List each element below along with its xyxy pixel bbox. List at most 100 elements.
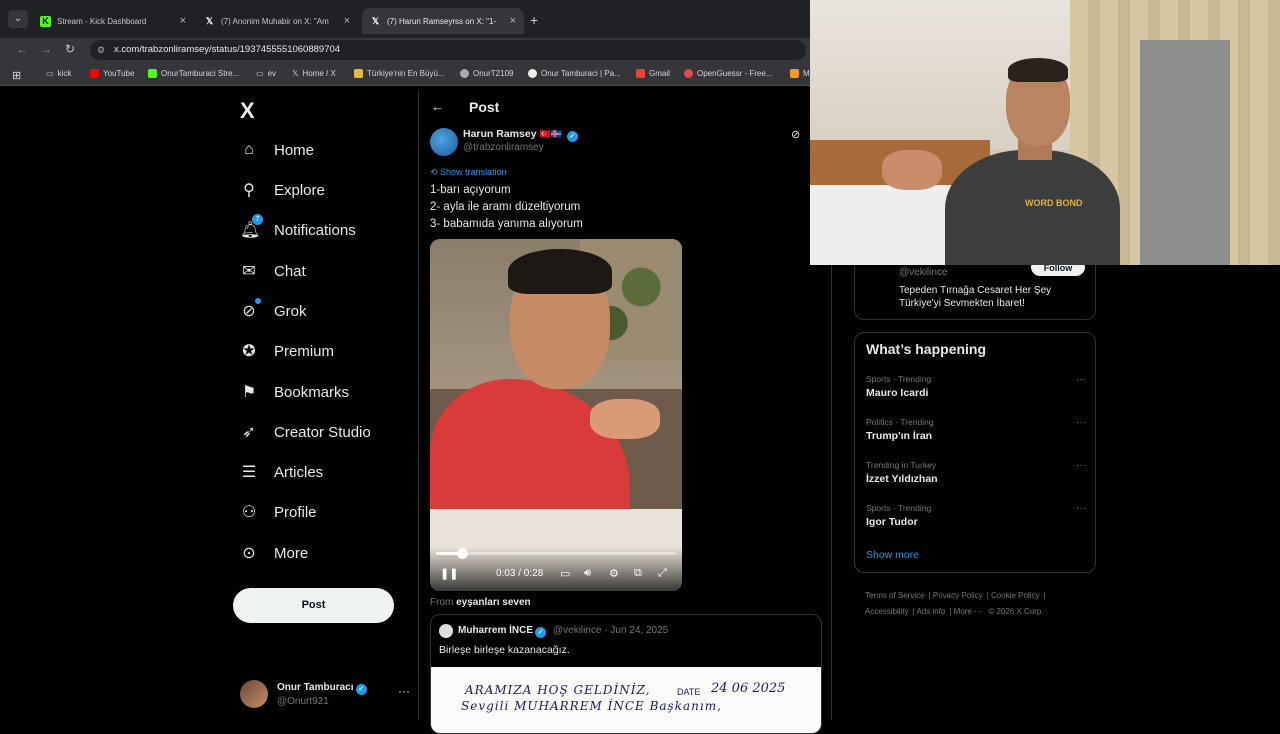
person-icon: ⚇ (241, 504, 257, 521)
trend-item[interactable]: Sports · Trending Mauro Icardi ··· (866, 374, 1086, 399)
author-avatar[interactable] (430, 128, 458, 156)
grok-icon[interactable]: ⊘ (791, 128, 800, 141)
reload-icon[interactable]: ↻ (65, 42, 75, 56)
bookmark-item[interactable]: ▭ ev (256, 69, 276, 78)
nav-chat[interactable]: ✉ Chat (240, 258, 305, 284)
post-text: 1-barı açıyorum 2- ayla ile aramı düzelt… (430, 182, 583, 233)
browser-tab[interactable]: 𝕏 (7) Anonim Muhabir on X: "Am × (196, 8, 358, 34)
nav-home[interactable]: ⌂ Home (240, 137, 314, 163)
trend-item[interactable]: Trending in Turkey İzzet Yıldızhan ··· (866, 460, 1086, 485)
volume-icon[interactable]: 🔊︎ (584, 567, 591, 580)
tab-title: (7) Harun Ramseyrss on X: "1- (387, 16, 497, 26)
notification-badge: 7 (252, 214, 263, 225)
quote-meta: @vekilince · Jun 24, 2025 (553, 625, 669, 636)
trend-item[interactable]: Politics · Trending Trump'ın İran ··· (866, 417, 1086, 442)
url-text: x.com/trabzonliramsey/status/19374555510… (114, 44, 341, 55)
pause-icon[interactable]: ❚❚ (440, 567, 458, 580)
verified-icon: ✪ (242, 343, 256, 360)
show-translation-link[interactable]: ⟲ Show translation (430, 167, 507, 178)
bookmark-item[interactable]: 𝕏 Home / X (292, 69, 336, 78)
fullscreen-icon[interactable]: ⤢ (658, 567, 667, 580)
footer-link[interactable]: Ads info (916, 607, 945, 616)
quote-text: Birleşe birleşe kazanacağız. (439, 644, 570, 656)
footer-link[interactable]: Cookie Policy (991, 591, 1039, 600)
browser-tab[interactable]: K Stream - Kick Dashboard × (32, 8, 194, 34)
bookmark-item[interactable]: OnurTamburaci Stre... (148, 69, 239, 78)
bookmark-item[interactable]: YouTube (90, 69, 134, 78)
account-switcher[interactable]: Onur Tamburacı ✓ @Onurt921 ··· (240, 680, 410, 710)
more-dots-icon[interactable]: ··· (1076, 503, 1086, 514)
post-header: ← Post (419, 90, 831, 126)
footer-link[interactable]: Terms of Service (865, 591, 925, 600)
suggest-bio: Tepeden Tırnağa Cesaret Her Şey Türkiye'… (899, 285, 1052, 309)
nav-creator-studio[interactable]: ➶ Creator Studio (240, 419, 370, 445)
section-title: What’s happening (866, 341, 987, 357)
show-more-link[interactable]: Show more (866, 549, 919, 561)
from-source-link[interactable]: eyşanları seven (456, 597, 531, 608)
new-tab-button[interactable]: + (530, 12, 538, 28)
browser-tab-active[interactable]: 𝕏 (7) Harun Ramseyrss on X: "1- × (362, 8, 524, 34)
back-arrow-icon[interactable]: ← (431, 99, 444, 114)
bookmark-item[interactable]: M (790, 69, 810, 78)
captions-icon[interactable]: ▭ (560, 567, 570, 580)
more-dots-icon[interactable]: ··· (398, 684, 410, 698)
close-icon[interactable]: × (344, 15, 350, 27)
bookmark-item[interactable]: Türkiye'nin En Büyü... (354, 69, 445, 78)
bookmark-item[interactable]: OpenGuessr - Free... (684, 69, 773, 78)
pip-icon[interactable]: ⧉ (634, 567, 642, 580)
trend-item[interactable]: Sports · Trending Igor Tudor ··· (866, 503, 1086, 528)
bookmark-item[interactable]: ▭ kick (46, 69, 71, 78)
bookmark-item[interactable]: OnurT2109 (460, 69, 513, 78)
page-title: Post (469, 99, 500, 115)
more-dots-icon[interactable]: ··· (1076, 374, 1086, 385)
browser-tab-bar: ⌄ K Stream - Kick Dashboard × 𝕏 (7) Anon… (0, 0, 810, 38)
nav-premium[interactable]: ✪ Premium (240, 338, 334, 364)
post-text-line: 2- ayla ile aramı düzeltiyorum (430, 201, 581, 213)
post-button[interactable]: Post (233, 588, 394, 623)
close-icon[interactable]: × (510, 15, 516, 27)
nav-more[interactable]: ⊙ More (240, 540, 308, 566)
author-handle[interactable]: @trabzonliramsey (463, 142, 544, 153)
grok-icon: ⊘ (240, 298, 261, 321)
bookmark-item[interactable]: Onur Tamburaci | Pa... (528, 69, 621, 78)
site-icon (684, 69, 693, 78)
url-field[interactable]: ⚙ x.com/trabzonliramsey/status/193745555… (90, 40, 806, 60)
kick-icon: K (40, 15, 51, 27)
x-sidebar: X ⌂ Home ⚲ Explore 🔔︎ 7 Notifications ✉ Chat … (230, 90, 418, 720)
x-logo-icon[interactable]: X (240, 98, 255, 124)
quote-image[interactable]: ARAMIZA HOŞ GELDİNİZ, DATE 24 06 2025 Se… (431, 667, 821, 733)
nav-explore[interactable]: ⚲ Explore (240, 177, 325, 203)
account-handle: @Onurt921 (277, 696, 329, 707)
nav-grok[interactable]: ⊘ Grok (240, 298, 307, 324)
bookmark-item[interactable]: Gmail (636, 69, 670, 78)
footer-link[interactable]: Accessibility (865, 607, 909, 616)
footer-link[interactable]: More ··· (954, 607, 982, 616)
quoted-post[interactable]: Muharrem İNCE ✓ @vekilince · Jun 24, 2025… (430, 614, 822, 734)
site-icon (790, 69, 799, 78)
gmail-icon (636, 69, 645, 78)
apps-grid-icon[interactable]: ⊞ (12, 69, 21, 82)
nav-profile[interactable]: ⚇ Profile (240, 499, 317, 525)
suggest-handle[interactable]: @vekilince (899, 267, 948, 278)
more-dots-icon[interactable]: ··· (1076, 460, 1086, 471)
back-arrow-icon[interactable]: ← (16, 42, 28, 56)
home-icon: ⌂ (244, 141, 254, 158)
from-attribution: From eyşanları seven (430, 597, 531, 608)
nav-bookmarks[interactable]: ⚑ Bookmarks (240, 379, 349, 405)
nav-notifications[interactable]: 🔔︎ 7 Notifications (240, 214, 356, 243)
nav-articles[interactable]: ☰ Articles (240, 459, 323, 485)
close-icon[interactable]: × (180, 15, 186, 27)
tab-title: (7) Anonim Muhabir on X: "Am (221, 16, 329, 26)
settings-gear-icon[interactable]: ⚙ (609, 567, 619, 580)
tab-search-button[interactable]: ⌄ (8, 10, 28, 28)
site-info-icon[interactable]: ⚙ (97, 40, 105, 60)
copyright: © 2026 X Corp. (988, 607, 1044, 616)
forward-arrow-icon[interactable]: → (40, 42, 52, 56)
verified-badge-icon: ✓ (566, 131, 578, 142)
video-time: 0:03 / 0:28 (496, 568, 544, 579)
account-name: Onur Tamburacı (277, 682, 354, 693)
more-dots-icon[interactable]: ··· (1076, 417, 1086, 428)
video-player[interactable]: ❚❚ 0:03 / 0:28 ▭ 🔊︎ ⚙ ⧉ ⤢ (430, 239, 682, 591)
video-progress-bar[interactable] (436, 548, 676, 559)
footer-link[interactable]: Privacy Policy (933, 591, 983, 600)
